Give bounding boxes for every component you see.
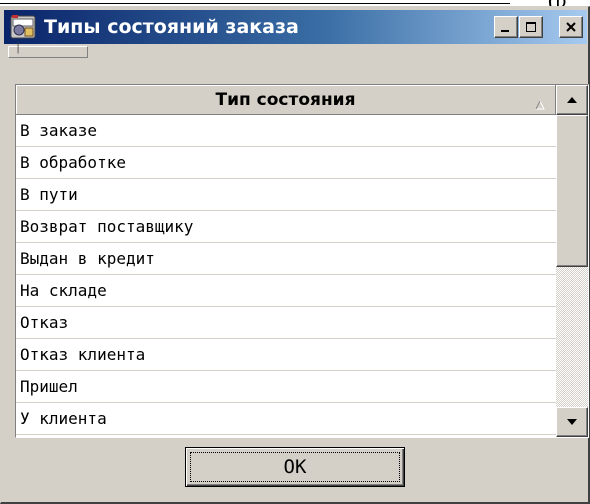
arrow-up-icon (567, 97, 577, 103)
minimize-icon (501, 30, 509, 32)
toolbar-handle-grip: │ (15, 43, 22, 54)
table-row[interactable]: У клиента (16, 403, 556, 435)
column-header-label: Тип состояния (215, 90, 356, 110)
table-row[interactable]: Отказ (16, 307, 556, 339)
table-row[interactable]: Возврат поставщику (16, 211, 556, 243)
column-header-status-type[interactable]: Тип состояния (16, 85, 556, 115)
window-title: Типы состояний заказа (44, 16, 299, 38)
vertical-scrollbar[interactable] (556, 85, 588, 437)
table-row[interactable]: В пути (16, 179, 556, 211)
toolbar-handle[interactable]: │ (8, 43, 88, 58)
table-row[interactable]: Пришел (16, 371, 556, 403)
scrollbar-thumb[interactable] (556, 115, 588, 267)
ok-button[interactable]: OK (185, 447, 405, 487)
table-row[interactable]: На складе (16, 275, 556, 307)
scroll-up-button[interactable] (556, 85, 588, 115)
table-row[interactable]: В обработке (16, 147, 556, 179)
maximize-button[interactable] (519, 16, 543, 38)
app-icon (10, 14, 36, 40)
title-bar[interactable]: Типы состояний заказа (4, 10, 587, 44)
status-types-grid[interactable]: Тип состояния В заказе В обработке В пут… (15, 84, 589, 438)
table-row[interactable]: В заказе (16, 115, 556, 147)
arrow-down-icon (567, 419, 577, 425)
dialog-window: Типы состояний заказа │ Тип состояния В … (0, 6, 590, 504)
background-rule (0, 3, 510, 4)
close-button[interactable] (559, 16, 583, 38)
toolbar-strip: │ (4, 43, 587, 59)
table-row[interactable]: Выдан в кредит (16, 243, 556, 275)
scroll-down-button[interactable] (556, 407, 588, 437)
sort-ascending-icon (535, 95, 545, 114)
close-icon (566, 22, 576, 32)
minimize-button[interactable] (494, 16, 518, 38)
table-row[interactable]: Отказ клиента (16, 339, 556, 371)
maximize-icon (526, 22, 536, 32)
grid-rows: В заказе В обработке В пути Возврат пост… (16, 115, 556, 435)
focus-rect (190, 452, 400, 482)
